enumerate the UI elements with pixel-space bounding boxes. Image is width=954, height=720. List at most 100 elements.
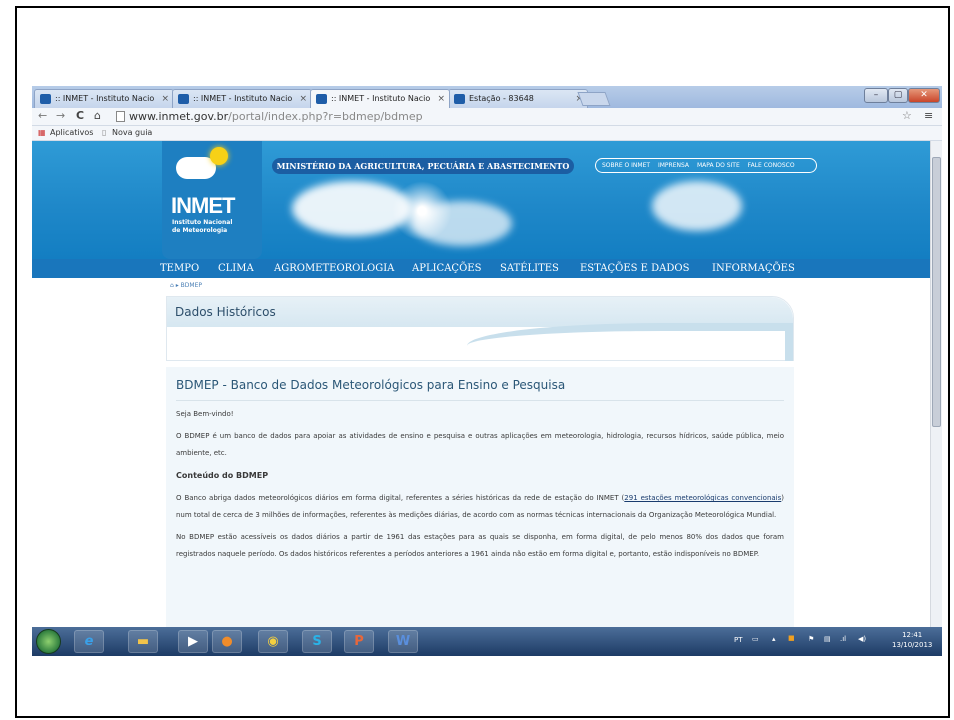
top-links: SOBRE O INMET IMPRENSA MAPA DO SITE FALE… [595,158,817,173]
logo-cloud-icon [176,157,216,179]
tab-strip: :: INMET - Instituto Nacio × :: INMET - … [32,86,942,108]
powerpoint-icon[interactable]: P [344,630,374,653]
paragraph-availability: No BDMEP estão acessíveis os dados diári… [176,533,784,558]
address-bar-row: ← → C ⌂ www.inmet.gov.br/portal/index.ph… [32,108,942,126]
tray-expand-icon[interactable]: ▴ [772,635,776,643]
nav-satelites[interactable]: SATÉLITES [500,259,559,278]
section-header-box: Dados Históricos [166,296,794,361]
clock[interactable]: 12:41 13/10/2013 [892,630,932,650]
content-heading-text: Conteúdo do BDMEP [176,471,269,480]
clock-date: 13/10/2013 [892,641,933,649]
decorative-wave [467,323,793,361]
bookmark-apps[interactable]: Aplicativos [50,126,93,140]
vertical-scrollbar[interactable] [930,141,942,627]
maximize-button[interactable]: ▢ [888,88,908,103]
stations-link[interactable]: 291 estações meteorológicas convencionai… [624,494,781,502]
inmet-favicon-icon [40,94,51,104]
paragraph-stations-before: O Banco abriga dados meteorológicos diár… [176,494,625,502]
browser-window: :: INMET - Instituto Nacio × :: INMET - … [32,86,942,656]
firefox-icon[interactable]: ● [212,630,242,653]
main-navigation: TEMPO CLIMA AGROMETEOROLOGIA APLICAÇÕES … [32,259,930,278]
start-button[interactable] [36,629,61,654]
forward-arrow-icon[interactable]: → [56,109,65,122]
browser-tab-1[interactable]: :: INMET - Instituto Nacio × [34,89,174,108]
clock-time: 12:41 [902,631,923,639]
welcome-text: Seja Bem-vindo! [176,410,234,418]
close-tab-icon[interactable]: × [437,90,445,108]
bookmarks-bar: ▦ Aplicativos ▯ Nova guia [32,126,942,141]
nav-tempo[interactable]: TEMPO [160,259,199,278]
link-imprensa[interactable]: IMPRENSA [658,162,689,169]
intro-paragraph: O BDMEP é um banco de dados para apoiar … [176,432,784,457]
menu-icon[interactable]: ≡ [924,109,933,122]
volume-icon[interactable]: ◀) [858,635,866,643]
home-icon[interactable]: ⌂ [170,282,174,289]
reload-icon[interactable]: C [76,109,84,122]
content-heading: Conteúdo do BDMEP [176,467,784,485]
logo-subtitle-line-1: Instituto Nacional [172,219,233,226]
logo-subtitle-line-2: de Meteorologia [172,227,228,234]
link-fale-conosco[interactable]: FALE CONOSCO [748,162,795,169]
url-domain: www.inmet.gov.br [129,110,229,123]
content-area: BDMEP - Banco de Dados Meteorológicos pa… [166,367,794,627]
sun-glow [392,181,452,241]
url-path: /portal/index.php?r=bdmep/bdmep [228,110,423,123]
link-sobre[interactable]: SOBRE O INMET [602,162,650,169]
browser-tab-2[interactable]: :: INMET - Instituto Nacio × [172,89,312,108]
back-arrow-icon[interactable]: ← [38,109,47,122]
skype-icon[interactable]: S [302,630,332,653]
tray-app-icon[interactable]: ■ [788,634,795,642]
browser-tab-4[interactable]: Estação - 83648 × [448,89,588,108]
inmet-favicon-icon [454,94,465,104]
banner-cloud [652,181,742,231]
tab-title: :: INMET - Instituto Nacio [55,94,155,103]
ministry-label[interactable]: MINISTÉRIO DA AGRICULTURA, PECUÁRIA E AB… [272,158,574,174]
new-tab-button[interactable] [577,92,611,106]
logo-subtitle: Instituto Nacional de Meteorologia [172,219,232,235]
word-icon[interactable]: W [388,630,418,653]
browser-tab-3-active[interactable]: :: INMET - Instituto Nacio × [310,89,450,108]
nav-agrometeorologia[interactable]: AGROMETEOROLOGIA [274,259,394,278]
network-icon[interactable]: ▤ [824,635,831,643]
nav-clima[interactable]: CLIMA [218,259,254,278]
breadcrumb-bdmep[interactable]: BDMEP [181,282,202,289]
file-explorer-icon[interactable]: ▬ [128,630,158,653]
nav-aplicacoes[interactable]: APLICAÇÕES [412,259,481,278]
apps-grid-icon[interactable]: ▦ [38,126,46,140]
nav-informacoes[interactable]: INFORMAÇÕES [712,259,795,278]
tab-title: :: INMET - Instituto Nacio [331,94,431,103]
logo-sun-icon [210,147,228,165]
scrollbar-thumb[interactable] [932,157,941,427]
tab-title: Estação - 83648 [469,94,534,103]
page-icon: ▯ [102,128,107,137]
breadcrumb-arrow-icon: ▸ [175,282,179,289]
url-input[interactable]: www.inmet.gov.br/portal/index.php?r=bdme… [116,109,886,125]
flag-icon[interactable]: ⚑ [808,635,814,643]
chrome-icon[interactable]: ◉ [258,630,288,653]
nav-estacoes-e-dados[interactable]: ESTAÇÕES E DADOS [580,259,689,278]
page-viewport: INMET Instituto Nacional de Meteorologia… [32,141,930,627]
inmet-favicon-icon [316,94,327,104]
link-mapa-do-site[interactable]: MAPA DO SITE [697,162,740,169]
internet-explorer-icon[interactable]: e [74,630,104,653]
keyboard-icon[interactable]: ▭ [752,635,759,643]
signal-icon[interactable]: .ıl [840,635,846,643]
inmet-logo[interactable]: INMET Instituto Nacional de Meteorologia [162,141,262,259]
bookmark-new-tab[interactable]: Nova guia [112,126,152,140]
close-tab-icon[interactable]: × [161,90,169,108]
content-title: BDMEP - Banco de Dados Meteorológicos pa… [176,376,784,401]
page-icon [116,111,125,122]
minimize-button[interactable]: – [864,88,888,103]
windows-taskbar: e ▬ ▶ ● ◉ S P W PT ▭ ▴ ■ ⚑ ▤ .ıl ◀) 12:4… [32,627,942,656]
system-tray: PT ▭ ▴ ■ ⚑ ▤ .ıl ◀) 12:41 13/10/2013 [732,627,942,656]
language-indicator[interactable]: PT [734,636,743,644]
bookmark-star-icon[interactable]: ☆ [902,109,912,122]
breadcrumb: ⌂ ▸ BDMEP [170,282,202,289]
window-close-button[interactable]: ✕ [908,88,940,103]
site-banner: INMET Instituto Nacional de Meteorologia… [32,141,930,259]
paragraph-stations: O Banco abriga dados meteorológicos diár… [176,490,784,524]
logo-text: INMET [171,193,235,218]
close-tab-icon[interactable]: × [299,90,307,108]
home-icon[interactable]: ⌂ [94,109,101,122]
media-player-icon[interactable]: ▶ [178,630,208,653]
